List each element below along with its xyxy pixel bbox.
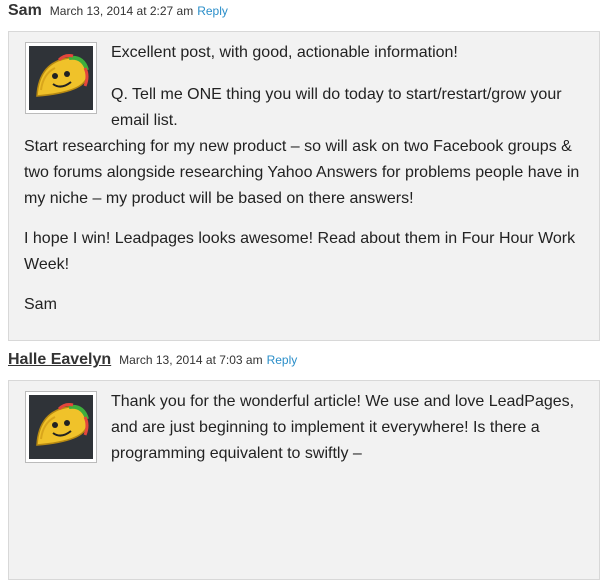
comment-author: Sam [8, 2, 42, 19]
avatar [25, 391, 97, 463]
comment-date: March 13, 2014 at 2:27 am [49, 4, 194, 18]
comment-paragraph: Excellent post, with good, actionable in… [111, 44, 458, 61]
comment-author[interactable]: Halle Eavelyn [8, 351, 111, 369]
comment: Halle Eavelyn March 13, 2014 at 7:03 am … [0, 351, 600, 580]
comment-date: March 13, 2014 at 7:03 am [119, 353, 263, 367]
comment-meta: Sam March 13, 2014 at 2:27 am Reply [0, 2, 600, 20]
comment-paragraph: Thank you for the wonderful article! We … [111, 393, 575, 462]
comment-paragraph: I hope I win! Leadpages looks awesome! R… [24, 230, 576, 273]
taco-avatar-icon [29, 395, 93, 459]
comment-body: Excellent post, with good, actionable in… [8, 31, 600, 341]
comment-body: Thank you for the wonderful article! We … [8, 380, 600, 580]
taco-avatar-icon [29, 46, 93, 110]
comment-meta: Halle Eavelyn March 13, 2014 at 7:03 am … [0, 351, 600, 369]
comment-paragraph: Sam [24, 296, 57, 313]
avatar [25, 42, 97, 114]
comment-text: Q. Tell me ONE thing you will do today t… [24, 86, 580, 207]
reply-link[interactable]: Reply [197, 4, 228, 18]
reply-link[interactable]: Reply [267, 353, 298, 367]
comment: Sam March 13, 2014 at 2:27 am Reply Exce… [0, 0, 600, 341]
comment-paragraph: Q. Tell me ONE thing you will do today t… [24, 82, 585, 212]
